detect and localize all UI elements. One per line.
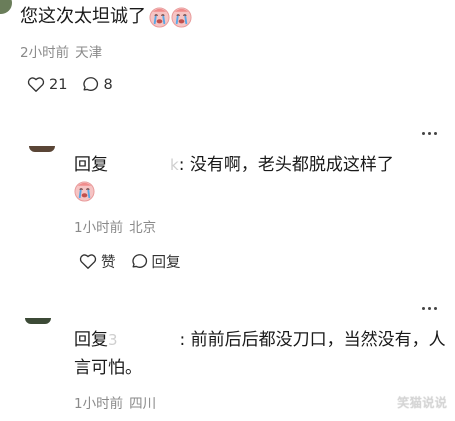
avatar[interactable] [25, 318, 51, 324]
main-comment-text: 您这次太坦诚了 [20, 6, 146, 27]
reply-time: 1小时前 [74, 220, 124, 236]
like-button[interactable]: 21 [27, 76, 67, 93]
masked-username [118, 333, 180, 347]
speech-bubble-icon [130, 253, 148, 270]
crying-face-icon [74, 181, 446, 211]
reply-button[interactable]: 回复 [130, 251, 181, 272]
comment-thread: 您这次太坦诚了 2小时前 天津 21 8 回复 k: 没有啊，老头都脱成这样了 … [0, 0, 455, 421]
reply-meta: 1小时前 四川 [74, 395, 156, 413]
reply-text: : 没有啊，老头都脱成这样了 [178, 155, 394, 175]
crying-face-icon [149, 6, 170, 28]
more-options-icon[interactable] [422, 132, 437, 135]
masked-username-tail: 3 [108, 331, 118, 349]
comment-count: 8 [103, 76, 113, 93]
reply-label: 回复 [151, 255, 181, 271]
comment-button[interactable]: 8 [81, 76, 113, 93]
like-count: 21 [49, 76, 68, 93]
avatar[interactable] [0, 0, 12, 14]
reply-prefix: 回复 [74, 155, 108, 175]
reply-item: 回复3: 前前后后都没刀口，当然没有，人言可怕。 [74, 326, 446, 382]
heart-icon [79, 253, 97, 270]
main-comment-meta: 2小时前 天津 [20, 44, 102, 62]
reply-meta: 1小时前 北京 [74, 219, 156, 237]
avatar[interactable] [29, 146, 55, 152]
reply-location: 四川 [129, 396, 157, 412]
reply-actions: 赞 回复 [79, 251, 181, 272]
masked-username [108, 158, 170, 172]
comment-time: 2小时前 [20, 45, 70, 61]
heart-icon [27, 76, 45, 93]
masked-username-tail: k [170, 156, 179, 174]
like-label: 赞 [101, 255, 116, 271]
main-comment-actions: 21 8 [27, 76, 113, 93]
reply-location: 北京 [129, 220, 157, 236]
like-button[interactable]: 赞 [79, 251, 116, 272]
reply-time: 1小时前 [74, 396, 124, 412]
speech-bubble-icon [81, 76, 99, 93]
more-options-icon[interactable] [422, 307, 437, 310]
crying-face-icon [171, 6, 192, 28]
reply-item: 回复 k: 没有啊，老头都脱成这样了 [74, 151, 446, 211]
main-comment-body: 您这次太坦诚了 [20, 5, 192, 29]
comment-location: 天津 [75, 45, 103, 61]
reply-prefix: 回复 [74, 330, 108, 350]
watermark: 笑猫说说 [396, 395, 447, 410]
